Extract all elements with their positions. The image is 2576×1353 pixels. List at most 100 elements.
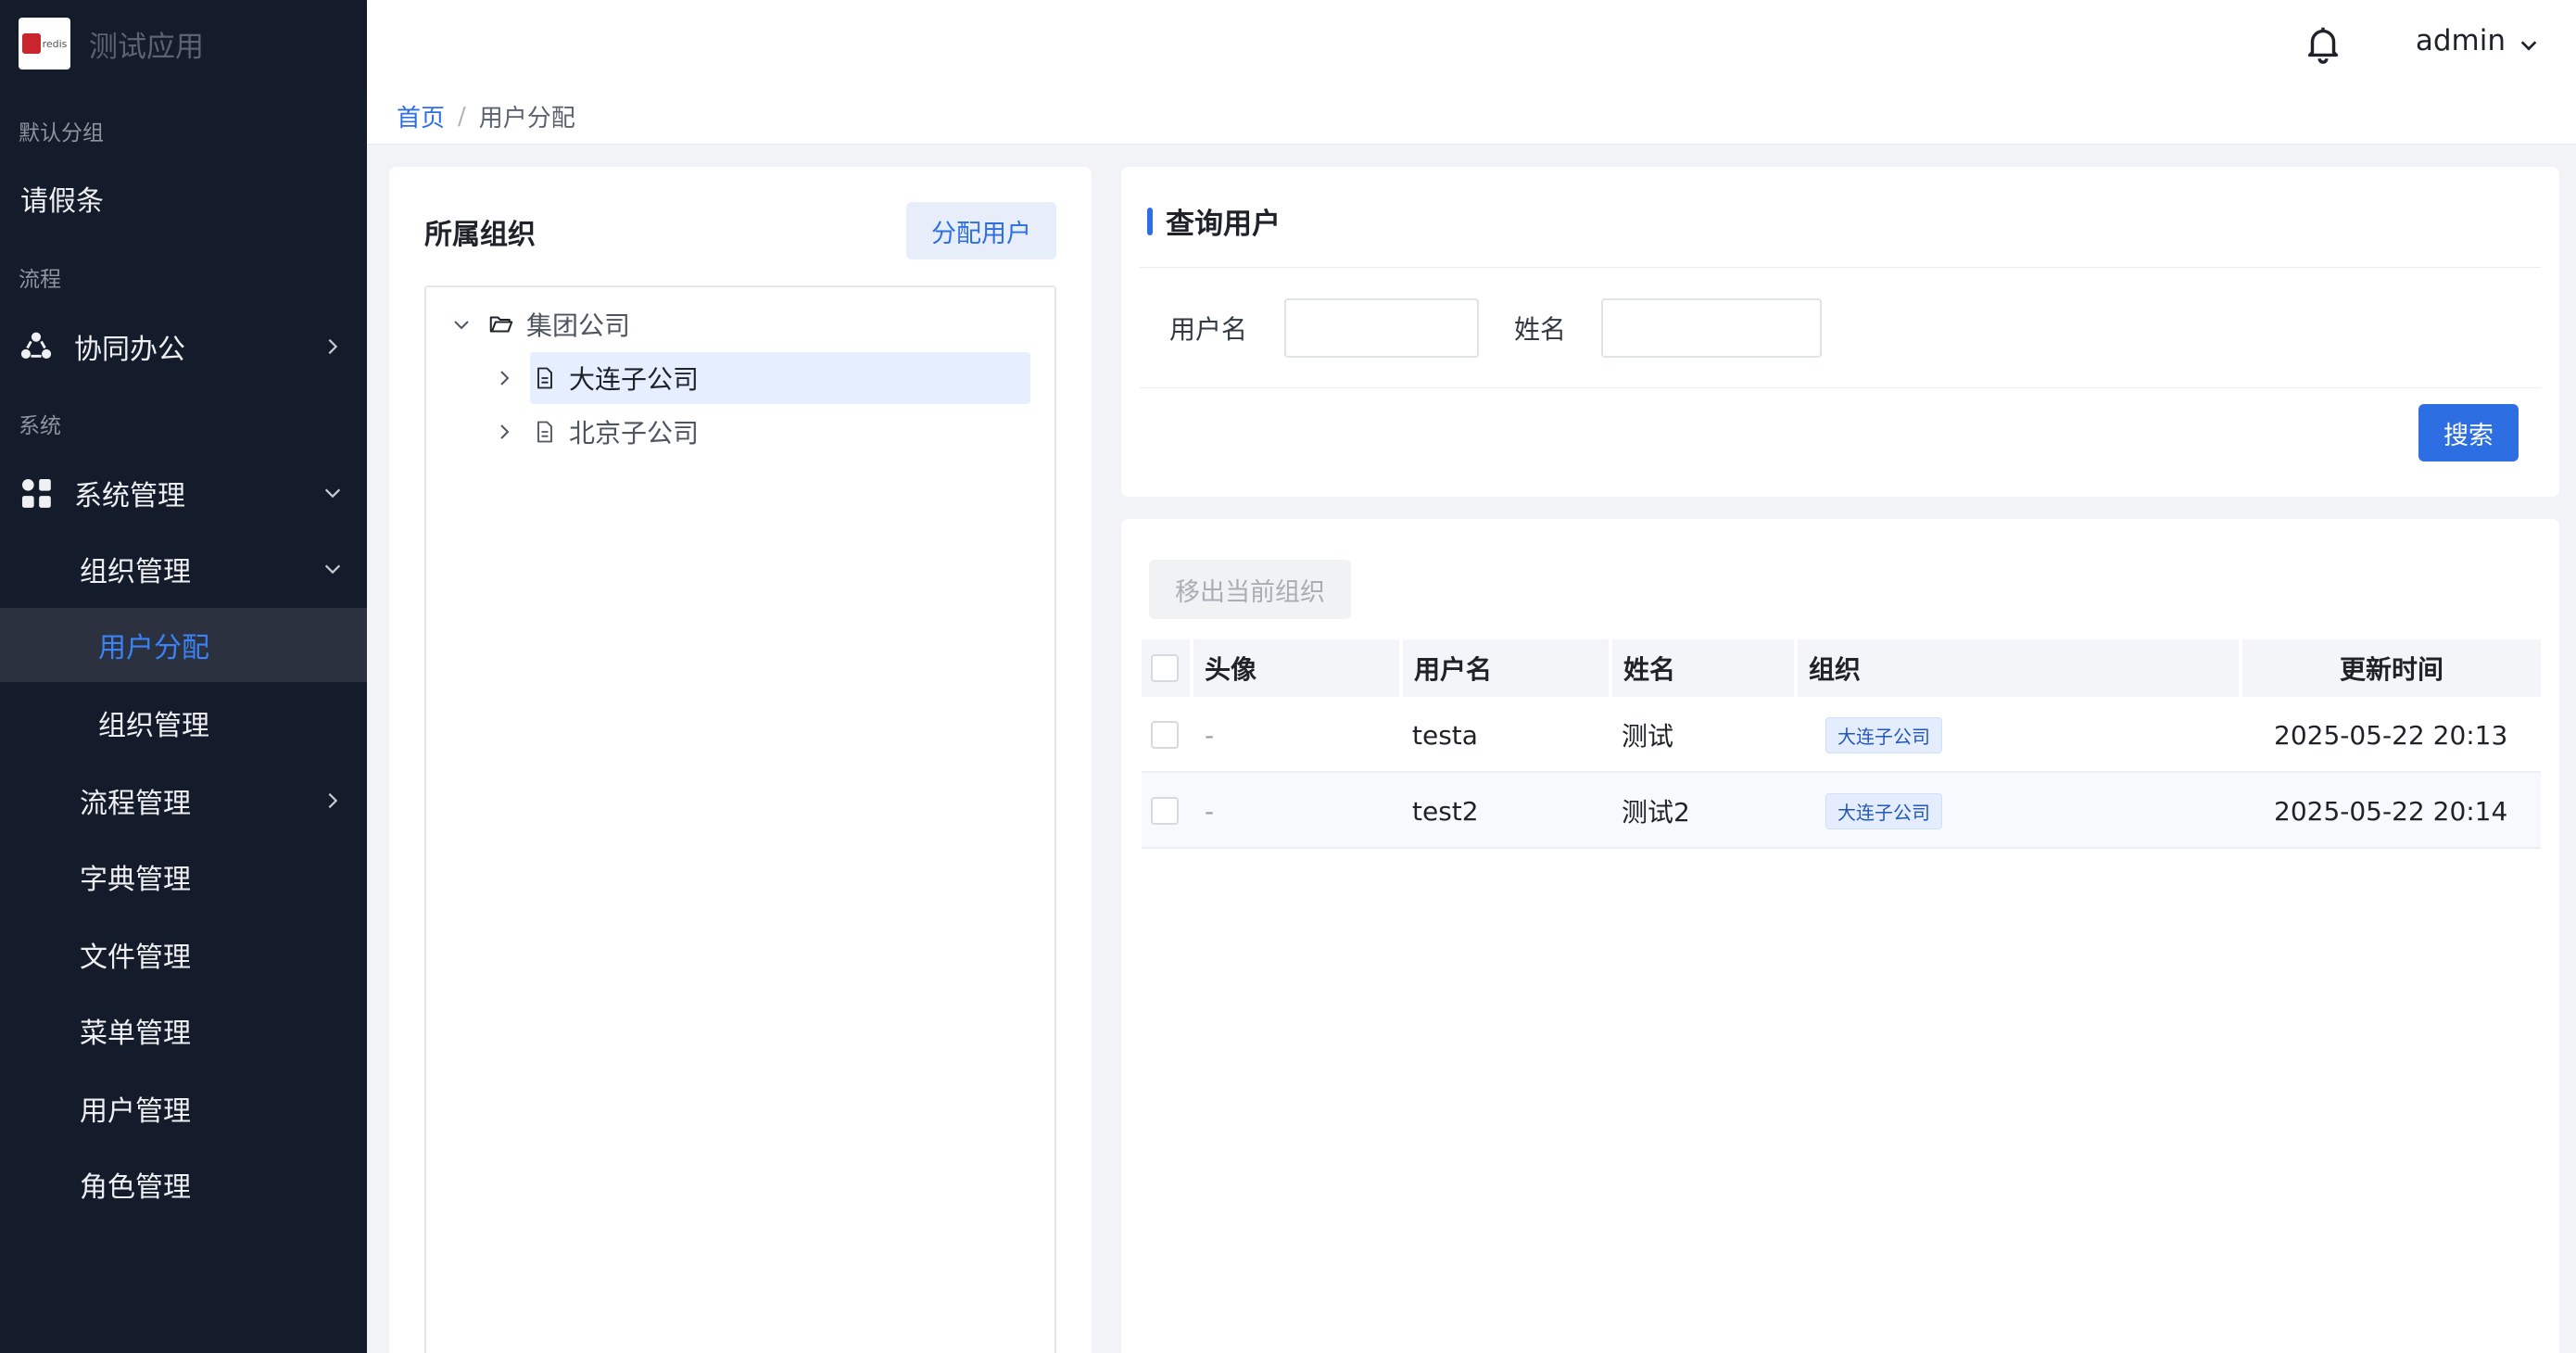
avatar-cell: - bbox=[1205, 719, 1215, 751]
chevron-right-icon[interactable] bbox=[493, 421, 515, 443]
table-row[interactable]: - testa 测试 大连子公司 2025-05-22 20:13 bbox=[1142, 697, 2541, 773]
redis-cube-icon bbox=[21, 33, 41, 54]
username-cell: testa bbox=[1412, 719, 1478, 751]
tree-node-label: 大连子公司 bbox=[569, 364, 700, 395]
chevron-down-icon bbox=[324, 488, 341, 499]
select-all-checkbox[interactable] bbox=[1151, 654, 1179, 682]
chevron-down-icon[interactable] bbox=[450, 313, 473, 335]
tree-node-beijing[interactable]: 北京子公司 bbox=[493, 406, 1030, 458]
tree-node-label: 北京子公司 bbox=[569, 418, 700, 449]
divider bbox=[1140, 387, 2541, 388]
tree-node-dalian[interactable]: 大连子公司 bbox=[493, 352, 1030, 404]
remove-from-org-button[interactable]: 移出当前组织 bbox=[1149, 560, 1351, 619]
logo-row: redis 测试应用 bbox=[0, 0, 367, 87]
sidebar-item-label: 组织管理 bbox=[80, 556, 191, 588]
org-tree: 集团公司 大连子公司 北京子公司 bbox=[424, 285, 1056, 1353]
org-cell: 大连子公司 bbox=[1825, 773, 1942, 849]
column-header-org: 组织 bbox=[1798, 639, 2239, 697]
chevron-right-icon[interactable] bbox=[493, 367, 515, 389]
sidebar-item-role-mgmt[interactable]: 角色管理 bbox=[0, 1147, 367, 1221]
divider bbox=[1140, 267, 2541, 268]
sidebar-item-label: 用户管理 bbox=[80, 1095, 191, 1128]
breadcrumb-home[interactable]: 首页 bbox=[397, 99, 445, 133]
assign-user-button[interactable]: 分配用户 bbox=[906, 202, 1056, 259]
sidebar-item-file-mgmt[interactable]: 文件管理 bbox=[0, 917, 367, 992]
breadcrumb: 首页 / 用户分配 bbox=[367, 89, 2576, 145]
tree-node-root[interactable]: 集团公司 bbox=[450, 298, 1043, 350]
sidebar-item-dict-mgmt[interactable]: 字典管理 bbox=[0, 840, 367, 914]
sidebar-item-sys-mgmt[interactable]: 系统管理 bbox=[0, 456, 367, 530]
avatar-cell: - bbox=[1205, 795, 1215, 827]
query-panel: 查询用户 用户名 姓名 搜索 bbox=[1121, 167, 2559, 497]
updated-cell: 2025-05-22 20:13 bbox=[2274, 719, 2508, 751]
row-checkbox-cell bbox=[1151, 773, 1179, 849]
folder-open-icon bbox=[489, 316, 513, 333]
chevron-down-icon[interactable] bbox=[2519, 35, 2539, 56]
sidebar-item-leave[interactable]: 请假条 bbox=[0, 161, 367, 235]
username-input[interactable] bbox=[1284, 298, 1479, 358]
search-button[interactable]: 搜索 bbox=[2418, 404, 2519, 462]
sidebar-item-collab[interactable]: 协同办公 bbox=[0, 310, 367, 384]
column-header-avatar: 头像 bbox=[1193, 639, 1399, 697]
sidebar-item-label: 字典管理 bbox=[80, 864, 191, 896]
tree-node-label: 集团公司 bbox=[526, 310, 631, 341]
name-label: 姓名 bbox=[1514, 314, 1567, 345]
name-input[interactable] bbox=[1601, 298, 1822, 358]
column-header-username: 用户名 bbox=[1403, 639, 1609, 697]
logo-text: redis bbox=[42, 37, 68, 50]
top-header: admin bbox=[367, 0, 2576, 89]
chevron-right-icon bbox=[328, 792, 338, 809]
collaboration-icon bbox=[20, 332, 52, 359]
org-tag: 大连子公司 bbox=[1825, 792, 1942, 829]
notification-bell-icon[interactable] bbox=[2302, 22, 2344, 65]
chevron-down-icon bbox=[324, 564, 341, 575]
group-label-flow: 流程 bbox=[19, 268, 61, 292]
app-title: 测试应用 bbox=[89, 30, 204, 64]
sidebar-item-user-mgmt[interactable]: 用户管理 bbox=[0, 1071, 367, 1145]
sidebar-item-menu-mgmt[interactable]: 菜单管理 bbox=[0, 993, 367, 1068]
sidebar-item-label: 流程管理 bbox=[80, 788, 191, 820]
breadcrumb-separator: / bbox=[458, 102, 466, 131]
name-cell: 测试 bbox=[1622, 721, 1674, 752]
chevron-right-icon bbox=[328, 338, 338, 355]
org-panel: 所属组织 分配用户 集团公司 大连子公司 北京子公司 bbox=[389, 167, 1092, 1353]
query-title-text: 查询用户 bbox=[1166, 208, 1281, 241]
sidebar-item-org-mgmt[interactable]: 组织管理 bbox=[0, 532, 367, 606]
breadcrumb-current: 用户分配 bbox=[478, 105, 575, 133]
column-header-name: 姓名 bbox=[1612, 639, 1794, 697]
document-icon bbox=[537, 367, 552, 389]
org-tag: 大连子公司 bbox=[1825, 716, 1942, 753]
group-label-default: 默认分组 bbox=[19, 121, 104, 145]
header-checkbox-cell bbox=[1142, 639, 1190, 697]
title-accent-bar bbox=[1147, 207, 1153, 235]
table-row[interactable]: - test2 测试2 大连子公司 2025-05-22 20:14 bbox=[1142, 773, 2541, 849]
row-checkbox[interactable] bbox=[1151, 721, 1179, 749]
row-checkbox[interactable] bbox=[1151, 797, 1179, 825]
sidebar-item-label: 系统管理 bbox=[74, 480, 185, 512]
sidebar-item-label: 请假条 bbox=[20, 185, 104, 218]
sidebar-item-org-mgmt-sub[interactable]: 组织管理 bbox=[0, 686, 367, 760]
sidebar-item-label: 菜单管理 bbox=[80, 1018, 191, 1050]
sidebar-item-label: 文件管理 bbox=[80, 942, 191, 974]
sidebar-item-label: 协同办公 bbox=[74, 334, 185, 366]
sidebar: redis 测试应用 默认分组 请假条 流程 协同办公 系统 系统管理 组织管理 bbox=[0, 0, 367, 1353]
user-menu[interactable]: admin bbox=[2416, 24, 2506, 57]
row-checkbox-cell bbox=[1151, 697, 1179, 773]
sidebar-item-label: 角色管理 bbox=[80, 1171, 191, 1204]
sidebar-item-label: 组织管理 bbox=[98, 710, 209, 742]
user-table-panel: 移出当前组织 头像 用户名 姓名 组织 更新时间 - testa 测试 大连子公… bbox=[1121, 519, 2559, 1353]
org-panel-title: 所属组织 bbox=[424, 219, 536, 251]
column-header-updated: 更新时间 bbox=[2242, 639, 2541, 697]
sidebar-item-flow-mgmt[interactable]: 流程管理 bbox=[0, 764, 367, 838]
app-logo: redis bbox=[19, 18, 70, 70]
name-cell: 测试2 bbox=[1622, 797, 1690, 828]
dashboard-grid-icon bbox=[21, 478, 51, 508]
updated-cell: 2025-05-22 20:14 bbox=[2274, 795, 2508, 827]
username-label: 用户名 bbox=[1169, 314, 1248, 345]
table-header: 头像 用户名 姓名 组织 更新时间 bbox=[1142, 639, 2541, 697]
username-cell: test2 bbox=[1412, 795, 1479, 827]
org-cell: 大连子公司 bbox=[1825, 697, 1942, 773]
sidebar-item-user-assign[interactable]: 用户分配 bbox=[0, 608, 367, 682]
group-label-system: 系统 bbox=[19, 414, 61, 438]
sidebar-item-label: 用户分配 bbox=[98, 632, 209, 664]
